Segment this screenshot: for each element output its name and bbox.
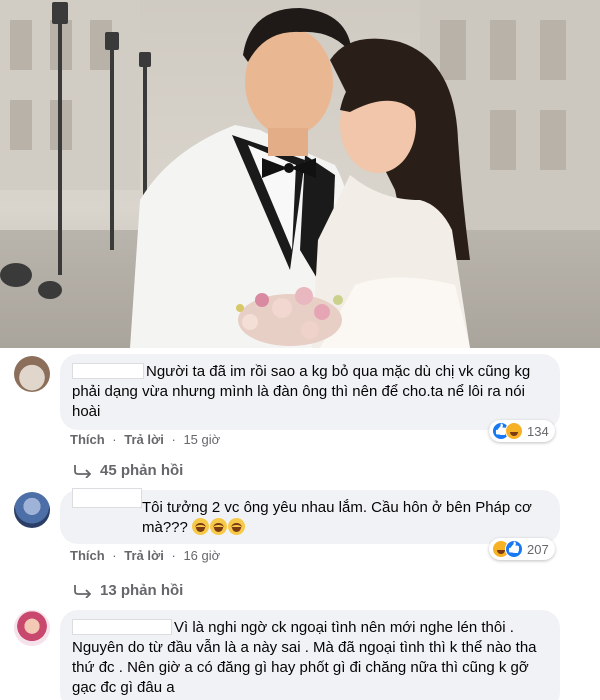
redacted-author-name[interactable]	[72, 488, 142, 508]
separator-dot: ·	[171, 548, 176, 563]
comment-time[interactable]: 15 giờ	[183, 432, 220, 447]
reply-arrow-icon	[72, 464, 94, 478]
reaction-summary[interactable]: 207	[489, 538, 555, 560]
separator-dot: ·	[112, 432, 117, 447]
reply-button[interactable]: Trả lời	[124, 432, 164, 447]
like-button[interactable]: Thích	[70, 432, 105, 447]
laughing-emoji-icon	[210, 518, 228, 535]
reply-arrow-icon	[72, 584, 94, 598]
laughing-emoji-icon	[192, 518, 210, 535]
replies-count-label: 13 phản hồi	[100, 582, 184, 599]
reaction-summary[interactable]: 134	[489, 420, 555, 442]
replies-count-label: 45 phản hồi	[100, 462, 184, 479]
wedding-photo	[0, 0, 600, 348]
reaction-count: 134	[527, 423, 549, 439]
comment-actions: Thích · Trả lời · 15 giờ	[70, 432, 220, 447]
comment-actions: Thích · Trả lời · 16 giờ	[70, 548, 220, 563]
comment-bubble: Vì là nghi ngờ ck ngoại tình nên mới ngh…	[60, 610, 560, 700]
separator-dot: ·	[171, 432, 176, 447]
redacted-author-name[interactable]	[72, 619, 172, 635]
view-replies-link[interactable]: 45 phản hồi	[72, 462, 183, 479]
avatar[interactable]	[14, 610, 50, 646]
reaction-count: 207	[527, 541, 549, 557]
redacted-author-name[interactable]	[72, 363, 144, 379]
like-button[interactable]: Thích	[70, 548, 105, 563]
separator-dot: ·	[112, 548, 117, 563]
reply-button[interactable]: Trả lời	[124, 548, 164, 563]
avatar[interactable]	[14, 356, 50, 392]
haha-icon	[505, 422, 523, 440]
comment-bubble: Người ta đã im rồi sao a kg bỏ qua mặc d…	[60, 354, 560, 430]
comment-bubble: Tôi tưởng 2 vc ông yêu nhau lắm. Cầu hôn…	[60, 488, 560, 544]
wedding-photo-illustration	[0, 0, 600, 348]
laughing-emoji-icon	[228, 518, 246, 535]
avatar[interactable]	[14, 492, 50, 528]
like-icon	[505, 540, 523, 558]
view-replies-link[interactable]: 13 phản hồi	[72, 582, 183, 599]
comment-time[interactable]: 16 giờ	[183, 548, 220, 563]
